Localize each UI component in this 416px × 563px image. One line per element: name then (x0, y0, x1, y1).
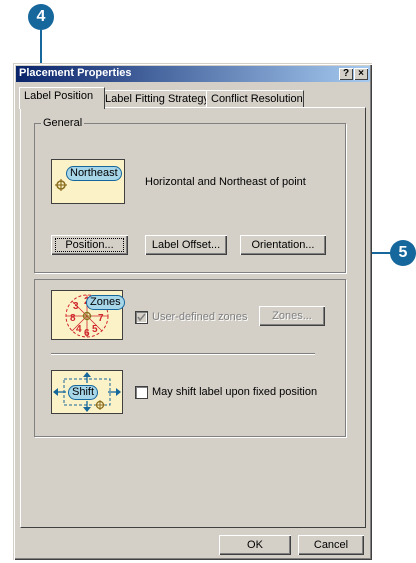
callout-marker-5: 5 (390, 240, 416, 266)
user-defined-zones-checkbox[interactable] (135, 311, 148, 324)
shift-label-pill: Shift (68, 385, 99, 400)
dialog-title: Placement Properties (19, 67, 132, 79)
cancel-button[interactable]: Cancel (298, 535, 364, 555)
tab-conflict-resolution[interactable]: Conflict Resolution (206, 90, 304, 108)
zones-shift-group: 3 2 1 8 7 4 5 6 Zones U (34, 279, 346, 437)
placement-properties-dialog: Placement Properties ? × Label Position … (13, 63, 372, 560)
callout-marker-4: 4 (28, 4, 54, 30)
close-button[interactable]: × (354, 68, 368, 80)
zone-number-6: 6 (84, 328, 90, 339)
zone-number-5: 5 (92, 324, 98, 335)
help-button[interactable]: ? (339, 68, 353, 80)
position-button[interactable]: Position... (51, 235, 128, 255)
tab-label-position[interactable]: Label Position (19, 87, 105, 109)
zones-button[interactable]: Zones... (259, 306, 325, 326)
checkmark-icon (137, 313, 146, 322)
ok-button[interactable]: OK (219, 535, 291, 555)
northeast-label-pill: Northeast (66, 166, 122, 181)
tab-panel-label-position: General Northeast Horizontal and Northea… (20, 107, 366, 528)
zone-number-3: 3 (73, 301, 79, 312)
position-description: Horizontal and Northeast of point (145, 176, 306, 188)
shift-preview: Shift (51, 370, 123, 414)
zone-number-4: 4 (76, 324, 82, 335)
label-offset-button[interactable]: Label Offset... (145, 235, 227, 255)
orientation-button[interactable]: Orientation... (240, 235, 326, 255)
northeast-preview: Northeast (51, 159, 125, 204)
general-group-label: General (41, 117, 85, 129)
zone-number-8: 8 (70, 313, 76, 324)
divider (51, 353, 315, 355)
title-bar[interactable]: Placement Properties ? × (16, 66, 370, 82)
zones-preview: 3 2 1 8 7 4 5 6 Zones (51, 290, 125, 340)
general-group: General Northeast Horizontal and Northea… (34, 117, 346, 273)
focus-rectangle (55, 238, 124, 252)
may-shift-label-text: May shift label upon fixed position (152, 386, 318, 398)
may-shift-label-checkbox[interactable] (135, 386, 148, 399)
zone-number-7: 7 (98, 313, 104, 324)
zones-label-pill: Zones (86, 295, 125, 310)
user-defined-zones-label: User-defined zones (152, 311, 248, 323)
tab-label-fitting-strategy[interactable]: Label Fitting Strategy (100, 90, 214, 108)
